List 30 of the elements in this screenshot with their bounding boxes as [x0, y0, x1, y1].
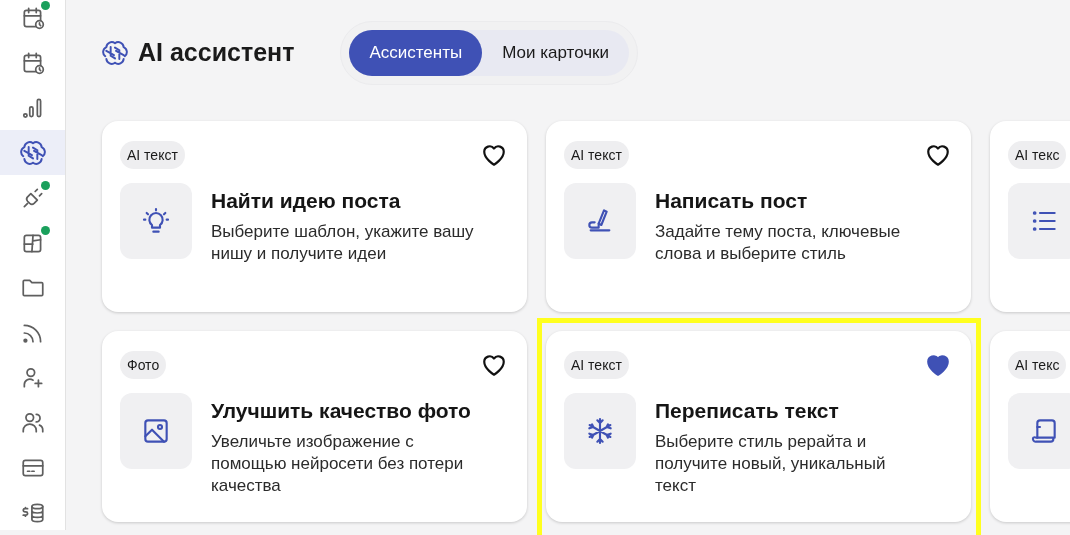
card-title: Улучшить качество фото — [211, 398, 472, 424]
category-tag: AI текст — [120, 141, 185, 169]
assistant-card[interactable]: AI текс — [990, 331, 1070, 522]
assistant-card[interactable]: AI текст Переписать текст Выберите стиль рерайта и получите новый, уникальный текст — [546, 331, 971, 522]
assistant-card[interactable]: Фото Улучшить качество фото Увеличьте изображение с помощью нейросети без потери качества — [102, 331, 527, 522]
knot-icon — [19, 139, 46, 166]
card-description: Выберите шаблон, укажите вашу нишу и получите идеи — [211, 221, 475, 265]
card-description: Выберите стиль рерайта и получите новый, уникальный текст — [655, 431, 887, 497]
page-title: AI ассистент — [138, 37, 295, 69]
category-tag: AI текс — [1008, 351, 1067, 379]
assistant-card[interactable]: AI текст Найти идею поста Выберите шаблон, укажите вашу нишу и получите идеи — [102, 121, 527, 312]
card-description: Задайте тему поста, ключевые слова и выберите стиль — [655, 221, 902, 265]
knot-icon — [102, 40, 128, 66]
category-tag: AI текст — [564, 351, 629, 379]
card-title: Найти идею поста — [211, 188, 402, 214]
tab[interactable]: Мои карточки — [482, 30, 630, 76]
category-tag: AI текст — [564, 141, 629, 169]
card-title: Переписать текст — [655, 398, 840, 424]
heart-icon[interactable] — [925, 353, 951, 377]
assistant-card[interactable]: AI текс — [990, 121, 1070, 312]
heart-icon[interactable] — [481, 353, 507, 377]
heart-icon[interactable] — [925, 143, 951, 167]
heart-icon[interactable] — [481, 143, 507, 167]
category-tag: AI текс — [1008, 141, 1067, 169]
tab[interactable]: Ассистенты — [349, 30, 483, 76]
category-tag: Фото — [120, 351, 167, 379]
sidebar-item[interactable] — [0, 130, 65, 175]
assistant-card[interactable]: AI текст Написать пост Задайте тему поста, ключевые слова и выберите стиль — [546, 121, 971, 312]
card-description: Увеличьте изображение с помощью нейросети без потери качества — [211, 431, 465, 497]
card-title: Написать пост — [655, 188, 809, 214]
